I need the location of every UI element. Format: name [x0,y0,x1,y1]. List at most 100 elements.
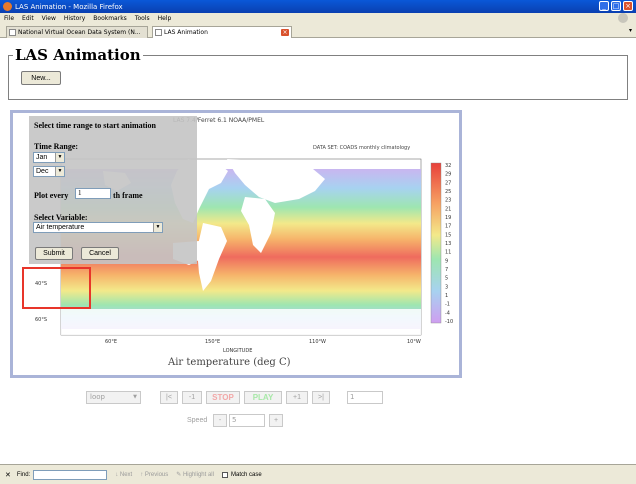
lon-label-60e: 60°E [105,339,117,345]
time-range-panel: Select time range to start animation Tim… [29,116,197,264]
cancel-button[interactable]: Cancel [81,247,119,260]
highlight-all-label: Highlight all [182,472,214,478]
lon-label-150e: 150°E [205,339,220,345]
tab-bar: National Virtual Ocean Data System (N...… [0,24,636,38]
speed-decrease-button[interactable]: - [213,414,227,427]
page-title: LAS Animation [15,46,141,64]
last-frame-button[interactable]: >| [312,391,330,404]
colorbar-tick-label: 19 [445,215,451,221]
x-axis-label: LONGITUDE [223,348,252,354]
stop-button[interactable]: STOP [206,391,240,404]
match-case-checkbox[interactable] [221,471,228,478]
southern-ice-band [61,309,421,335]
menu-help[interactable]: Help [158,15,172,22]
throbber-icon [618,13,628,23]
colorbar-tick-label: 32 [445,163,451,169]
find-label: Find: [16,471,31,478]
speed-input[interactable]: 5 [229,414,265,427]
lon-label-10w: 10°W [407,339,421,345]
colorbar-ticks: 32 29 27 25 23 21 19 17 15 13 11 9 7 5 3 1 -1 -4 -10 [445,163,453,325]
colorbar-tick-label: 17 [445,224,451,230]
variable-select[interactable]: Air temperature ▼ [33,222,163,233]
start-month-value: Jan [36,154,48,161]
plot-every-label: Plot every [34,191,69,200]
firefox-icon [3,2,12,11]
window-titlebar: LAS Animation - Mozilla Firefox _ □ × [0,0,636,13]
colorbar-tick-label: -10 [445,319,453,325]
lon-label-110w: 110°W [309,339,326,345]
colorbar-tick-label: 15 [445,232,451,238]
colorbar-tick-label: 9 [445,258,448,264]
plot-every-input[interactable]: 1 [75,188,111,199]
colorbar-tick-label: 23 [445,198,451,204]
speed-increase-button[interactable]: + [269,414,283,427]
highlight-icon: ✎ [176,472,183,478]
find-previous-label: Previous [144,471,169,478]
colorbar-tick-label: 29 [445,172,451,178]
highlight-all-button[interactable]: ✎ Highlight all [176,471,214,478]
maximize-button[interactable]: □ [611,1,621,11]
close-tab-icon[interactable]: × [281,29,289,36]
time-range-label: Time Range: [34,142,79,151]
tab-list-icon[interactable]: ▾ [629,27,632,34]
tab-las-animation[interactable]: LAS Animation × [152,26,292,38]
menu-bookmarks[interactable]: Bookmarks [93,15,127,22]
chevron-down-icon: ▼ [133,394,137,400]
minimize-button[interactable]: _ [599,1,609,11]
colorbar-tick-label: 5 [445,276,448,282]
page-icon [9,29,16,36]
end-month-select[interactable]: Dec ▼ [33,166,65,177]
new-button[interactable]: New... [21,71,61,85]
back-frame-button[interactable]: -1 [182,391,202,404]
close-window-button[interactable]: × [623,1,633,11]
end-month-value: Dec [36,168,49,175]
colorbar-tick-label: -4 [445,310,450,316]
menu-edit[interactable]: Edit [22,15,34,22]
frame-number-input[interactable]: 1 [347,391,383,404]
find-next-label: Next [119,471,133,478]
colorbar-tick-label: 1 [445,293,448,299]
colorbar [430,162,442,324]
chevron-down-icon: ▼ [55,167,64,176]
dataset-label: DATA SET: COADS monthly climatology [313,145,410,151]
lat-label-60s: 60°S [35,317,47,323]
colorbar-tick-label: 27 [445,180,451,186]
submit-button[interactable]: Submit [35,247,73,260]
page-content: LAS Animation New... LAS 7.4/Ferret 6.1 … [0,38,636,464]
panel-title: Select time range to start animation [34,121,156,130]
tab-national-virtual-ocean[interactable]: National Virtual Ocean Data System (N... [6,26,148,38]
chevron-down-icon: ▼ [55,153,64,162]
find-input[interactable] [33,469,108,480]
plot-title: Air temperature (deg C) [167,357,291,368]
colorbar-tick-label: 3 [445,284,448,290]
play-button[interactable]: PLAY [244,391,282,404]
close-findbar-icon[interactable]: ✕ [5,471,11,479]
colorbar-tick-label: 21 [445,206,451,212]
find-next-button[interactable]: ↓ Next [115,472,132,478]
tab-label: National Virtual Ocean Data System (N... [18,29,141,36]
menu-file[interactable]: File [4,15,14,22]
find-previous-button[interactable]: ↑ Previous [140,472,168,478]
first-frame-button[interactable]: |< [160,391,178,404]
colorbar-tick-label: 11 [445,250,451,256]
variable-value: Air temperature [36,224,85,231]
menu-bar: File Edit View History Bookmarks Tools H… [0,13,636,24]
menu-history[interactable]: History [64,15,85,22]
las-fieldset: LAS Animation [8,46,628,100]
loop-select[interactable]: loop ▼ [86,391,141,404]
forward-frame-button[interactable]: +1 [286,391,308,404]
menu-tools[interactable]: Tools [135,15,150,22]
speed-label: Speed [187,417,208,424]
plot-every-suffix: th frame [113,191,143,200]
select-variable-label: Select Variable: [34,213,88,222]
start-month-select[interactable]: Jan ▼ [33,152,65,163]
window-title: LAS Animation - Mozilla Firefox [15,2,123,11]
colorbar-tick-label: 7 [445,267,448,273]
chevron-down-icon: ▼ [153,223,162,232]
find-bar: ✕ Find: ↓ Next ↑ Previous ✎ Highlight al… [0,464,636,484]
page-icon [155,29,162,36]
loop-value: loop [90,393,105,401]
menu-view[interactable]: View [42,15,56,22]
colorbar-tick-label: 13 [445,241,451,247]
colorbar-tick-label: -1 [445,302,450,308]
